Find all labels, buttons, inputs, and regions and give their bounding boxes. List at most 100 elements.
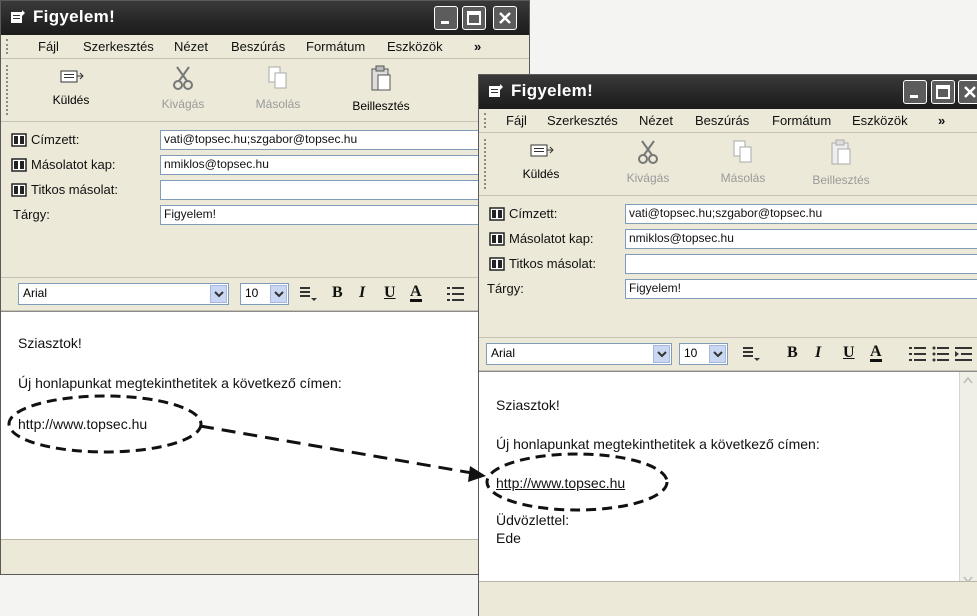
subject-field[interactable]: Figyelem! [160, 205, 529, 225]
toolbar-grip[interactable] [6, 65, 11, 115]
style-icon[interactable] [741, 345, 761, 363]
window-title: Figyelem! [511, 81, 594, 100]
body-closing: Üdvözlettel: [496, 512, 570, 528]
bcc-field[interactable] [625, 254, 977, 274]
address-book-icon[interactable] [11, 183, 27, 197]
scissors-icon [638, 140, 658, 164]
chevron-down-icon[interactable] [270, 285, 287, 303]
close-button[interactable] [958, 80, 977, 104]
bullet-list-icon[interactable] [932, 346, 950, 362]
body-text: Új honlapunkat megtekinthetitek a követk… [18, 375, 342, 391]
scroll-up-icon[interactable] [963, 376, 973, 384]
toolbar: Küldés Kivágás Másolás Beillesztés [479, 133, 977, 196]
bold-button[interactable]: B [332, 284, 343, 302]
bcc-label: Titkos másolat: [31, 182, 118, 197]
body-greeting: Sziasztok! [496, 397, 560, 413]
bold-button[interactable]: B [787, 344, 798, 362]
address-book-icon[interactable] [489, 207, 505, 221]
subject-label: Tárgy: [487, 281, 524, 296]
send-button[interactable]: Küldés [511, 139, 571, 181]
subject-field[interactable]: Figyelem! [625, 279, 977, 299]
scissors-icon [173, 66, 193, 90]
vertical-scrollbar[interactable] [959, 372, 977, 588]
to-field[interactable]: vati@topsec.hu;szgabor@topsec.hu [160, 130, 529, 150]
address-book-icon[interactable] [11, 133, 27, 147]
menu-format[interactable]: Formátum [772, 113, 831, 128]
bcc-field[interactable] [160, 180, 529, 200]
underline-button[interactable]: U [843, 344, 855, 362]
mail-app-icon [489, 84, 503, 97]
font-color-button[interactable]: A [410, 284, 422, 302]
menu-file[interactable]: Fájl [38, 39, 59, 54]
send-icon [530, 144, 554, 157]
to-label: Címzett: [31, 132, 80, 147]
font-select[interactable]: Arial [486, 343, 672, 365]
copy-button[interactable]: Másolás [248, 65, 308, 111]
menu-format[interactable]: Formátum [306, 39, 365, 54]
minimize-button[interactable] [903, 80, 927, 104]
maximize-button[interactable] [462, 6, 486, 30]
chevron-down-icon[interactable] [653, 345, 670, 363]
message-body[interactable]: Sziasztok! Új honlapunkat megtekinthetit… [1, 311, 529, 540]
paste-button[interactable]: Beillesztés [801, 139, 881, 187]
italic-button[interactable]: I [359, 284, 365, 302]
maximize-button[interactable] [931, 80, 955, 104]
menu-edit[interactable]: Szerkesztés [547, 113, 618, 128]
cc-field[interactable]: nmiklos@topsec.hu [625, 229, 977, 249]
chevron-down-icon[interactable] [210, 285, 227, 303]
close-button[interactable] [493, 6, 517, 30]
bcc-label: Titkos másolat: [509, 256, 596, 271]
copy-button[interactable]: Másolás [713, 139, 773, 185]
to-row: Címzett: vati@topsec.hu;szgabor@topsec.h… [479, 202, 977, 228]
font-color-button[interactable]: A [870, 344, 882, 362]
send-label: Küldés [522, 167, 560, 181]
menu-bar: Fájl Szerkesztés Nézet Beszúrás Formátum… [1, 35, 529, 59]
message-body[interactable]: Sziasztok! Új honlapunkat megtekinthetit… [479, 371, 977, 588]
italic-button[interactable]: I [815, 344, 821, 362]
menu-tools[interactable]: Eszközök [852, 113, 908, 128]
compose-window-original: Figyelem! Fájl Szerkesztés Nézet Beszúrá… [0, 0, 530, 575]
clipboard-icon [831, 139, 851, 165]
indent-icon[interactable] [955, 346, 973, 362]
minimize-button[interactable] [434, 6, 458, 30]
mail-app-icon [11, 10, 25, 23]
address-book-icon[interactable] [489, 232, 505, 246]
to-field[interactable]: vati@topsec.hu;szgabor@topsec.hu [625, 204, 977, 224]
font-size-value: 10 [684, 346, 698, 360]
font-select[interactable]: Arial [18, 283, 229, 305]
clipboard-icon [371, 65, 391, 91]
menu-overflow-chevron[interactable]: » [938, 113, 945, 128]
menu-view[interactable]: Nézet [639, 113, 673, 128]
address-book-icon[interactable] [489, 257, 505, 271]
numbered-list-icon[interactable] [909, 346, 927, 362]
send-button[interactable]: Küldés [41, 65, 101, 107]
style-icon[interactable] [298, 285, 318, 303]
title-bar[interactable]: Figyelem! [479, 75, 977, 109]
font-size-select[interactable]: 10 [240, 283, 289, 305]
address-book-icon[interactable] [11, 158, 27, 172]
body-url-link[interactable]: http://www.topsec.hu [496, 475, 625, 491]
copy-label: Másolás [255, 97, 301, 111]
toolbar-grip[interactable] [484, 139, 489, 189]
menu-grip[interactable] [484, 113, 489, 128]
menu-insert[interactable]: Beszúrás [231, 39, 285, 54]
font-size-select[interactable]: 10 [679, 343, 728, 365]
cut-button[interactable]: Kivágás [153, 65, 213, 111]
menu-view[interactable]: Nézet [174, 39, 208, 54]
font-size-value: 10 [245, 286, 259, 300]
message-header: Címzett: vati@topsec.hu;szgabor@topsec.h… [1, 122, 529, 252]
menu-overflow-chevron[interactable]: » [474, 39, 481, 54]
menu-tools[interactable]: Eszközök [387, 39, 443, 54]
cc-field[interactable]: nmiklos@topsec.hu [160, 155, 529, 175]
chevron-down-icon[interactable] [709, 345, 726, 363]
cut-button[interactable]: Kivágás [618, 139, 678, 185]
numbered-list-icon[interactable] [447, 286, 465, 302]
menu-insert[interactable]: Beszúrás [695, 113, 749, 128]
menu-file[interactable]: Fájl [506, 113, 527, 128]
title-bar[interactable]: Figyelem! [1, 1, 529, 35]
menu-edit[interactable]: Szerkesztés [83, 39, 154, 54]
menu-grip[interactable] [6, 39, 11, 54]
underline-button[interactable]: U [384, 284, 396, 302]
window-title: Figyelem! [33, 7, 116, 26]
paste-button[interactable]: Beillesztés [341, 65, 421, 113]
